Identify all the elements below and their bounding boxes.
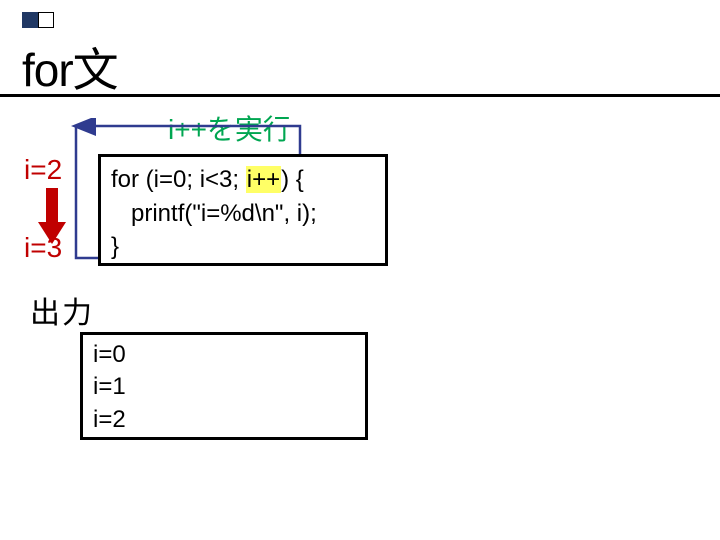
code-line-3: }: [111, 230, 375, 264]
code-box: for (i=0; i<3; i++) { printf("i=%d\n", i…: [98, 154, 388, 266]
square-filled-icon: [22, 12, 38, 28]
title-underline: [0, 94, 720, 97]
output-line-3: i=2: [93, 404, 355, 436]
i-value-after: i=3: [24, 232, 62, 264]
code-line-1-post: ) {: [281, 166, 304, 193]
output-box: i=0 i=1 i=2: [80, 332, 368, 440]
code-highlight: i++: [246, 166, 281, 193]
output-label: 出力: [30, 288, 94, 332]
page-title: for文: [22, 34, 118, 100]
i-value-before: i=2: [24, 154, 62, 186]
code-line-1: for (i=0; i<3; i++) {: [111, 163, 375, 197]
decorative-squares: [22, 12, 54, 28]
square-outline-icon: [38, 12, 54, 28]
output-line-1: i=0: [93, 339, 355, 371]
code-line-1-pre: for (i=0; i<3;: [111, 166, 246, 193]
output-line-2: i=1: [93, 371, 355, 403]
code-line-2: printf("i=%d\n", i);: [111, 197, 375, 231]
execution-label: i++を実行: [168, 108, 291, 148]
